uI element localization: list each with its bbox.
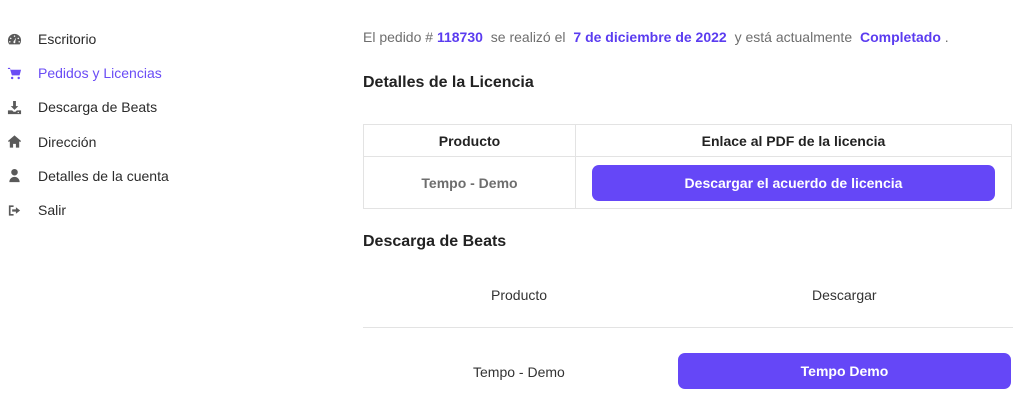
license-col-product: Producto (364, 125, 576, 156)
order-suffix: . (944, 29, 949, 45)
cart-icon (6, 65, 22, 81)
sidebar-item-label: Pedidos y Licencias (38, 65, 162, 82)
sidebar-item-direccion[interactable]: Dirección (0, 125, 300, 159)
sidebar-item-pedidos[interactable]: Pedidos y Licencias (0, 56, 300, 90)
sidebar-item-salir[interactable]: Salir (0, 193, 300, 227)
sidebar-item-label: Salir (38, 202, 67, 219)
order-number: 118730 (436, 29, 483, 45)
sidebar-item-detalles-cuenta[interactable]: Detalles de la cuenta (0, 159, 300, 193)
home-icon (6, 134, 22, 150)
order-mid-text: se realizó el (490, 29, 566, 45)
download-beat-button[interactable]: Tempo Demo (678, 353, 1011, 389)
license-link-cell: Descargar el acuerdo de licencia (576, 157, 1011, 208)
beats-section-title: Descarga de Beats (363, 233, 507, 250)
dashboard-icon (6, 31, 22, 47)
license-section-title: Detalles de la Licencia (363, 74, 534, 91)
download-icon (6, 99, 22, 115)
order-summary: El pedido # 118730 se realizó el 7 de di… (363, 29, 949, 45)
license-col-link: Enlace al PDF de la licencia (701, 132, 886, 149)
table-row: Tempo - Demo Tempo Demo (363, 353, 1013, 389)
sidebar-item-label: Detalles de la cuenta (38, 167, 169, 184)
sidebar-item-label: Descarga de Beats (38, 99, 158, 116)
license-product-name: Tempo - Demo (364, 157, 576, 208)
sidebar-item-escritorio[interactable]: Escritorio (0, 22, 300, 56)
order-status: Completado (860, 29, 941, 45)
account-sidebar: Escritorio Pedidos y Licencias Descarga … (0, 22, 300, 227)
order-mid-text-2: y está actualmente (734, 29, 853, 45)
divider (363, 327, 1013, 328)
beats-col-download: Descargar (812, 287, 877, 303)
license-table: Producto Enlace al PDF de la licencia Te… (363, 124, 1012, 209)
sidebar-item-label: Escritorio (38, 31, 97, 48)
table-row: Tempo - Demo Descargar el acuerdo de lic… (364, 157, 1011, 208)
order-prefix: El pedido # (363, 29, 434, 45)
user-icon (6, 168, 22, 184)
beats-table-header: Producto Descargar (363, 287, 1013, 305)
sidebar-item-descarga-beats[interactable]: Descarga de Beats (0, 90, 300, 124)
beat-product-name: Tempo - Demo (473, 364, 565, 380)
sidebar-item-label: Dirección (38, 133, 97, 150)
sign-out-icon (6, 202, 22, 218)
license-table-header: Producto Enlace al PDF de la licencia (364, 125, 1011, 157)
beats-col-product: Producto (491, 287, 548, 303)
download-license-button[interactable]: Descargar el acuerdo de licencia (592, 164, 995, 201)
order-date: 7 de diciembre de 2022 (573, 29, 727, 45)
